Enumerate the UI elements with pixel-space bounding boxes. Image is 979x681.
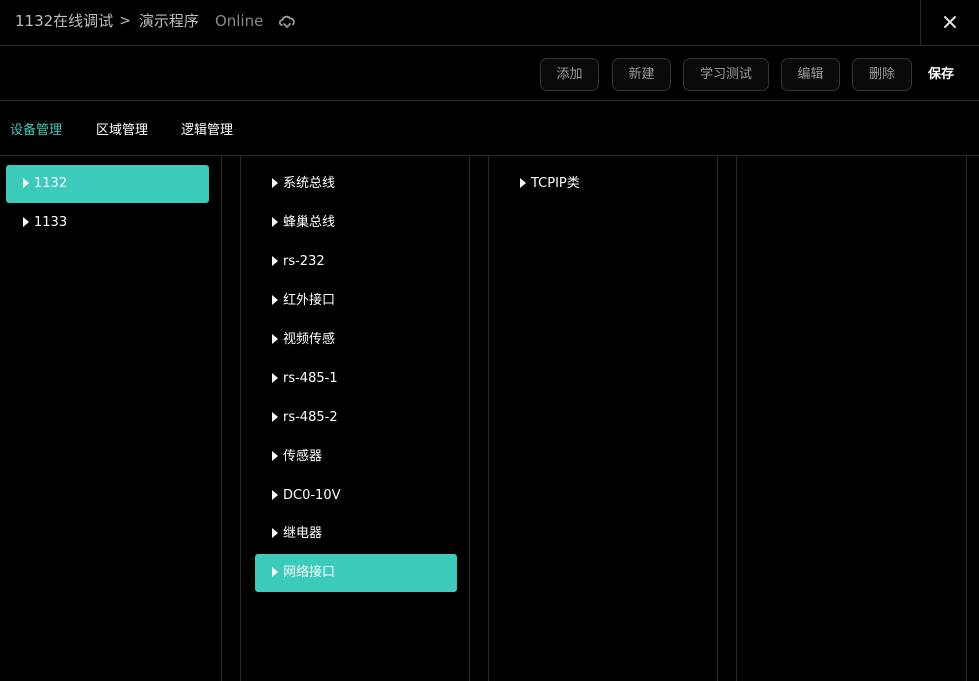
interface-item[interactable]: 传感器: [255, 438, 457, 476]
interface-item-label: rs-485-2: [283, 410, 338, 425]
interface-item[interactable]: 视频传感: [255, 321, 457, 359]
breadcrumb-root[interactable]: 1132在线调试: [15, 10, 113, 31]
expand-triangle-icon: [272, 178, 278, 188]
learn-test-button[interactable]: 学习测试: [683, 58, 769, 91]
expand-triangle-icon: [272, 451, 278, 461]
device-item-1133[interactable]: 1133: [6, 204, 209, 242]
column-divider: [240, 156, 241, 681]
column-divider: [736, 156, 737, 681]
interface-item[interactable]: rs-232: [255, 243, 457, 281]
interface-item-label: DC0-10V: [283, 488, 341, 503]
breadcrumb-separator: >: [119, 12, 131, 29]
interface-item[interactable]: 系统总线: [255, 165, 457, 203]
tab-device-management[interactable]: 设备管理: [10, 119, 62, 138]
close-icon[interactable]: [940, 12, 960, 32]
toolbar: 添加 新建 学习测试 编辑 删除 保存: [0, 46, 979, 101]
column-divider: [488, 156, 489, 681]
interface-item[interactable]: rs-485-1: [255, 360, 457, 398]
expand-triangle-icon: [272, 528, 278, 538]
expand-triangle-icon: [272, 295, 278, 305]
column-divider: [221, 156, 222, 681]
interface-item[interactable]: rs-485-2: [255, 399, 457, 437]
device-item-1132[interactable]: 1132: [6, 165, 209, 203]
interface-item-label: rs-485-1: [283, 371, 338, 386]
device-item-label: 1133: [34, 215, 68, 230]
interface-item-label: 网络接口: [283, 565, 336, 580]
tab-bar: 设备管理 区域管理 逻辑管理: [0, 101, 979, 156]
save-button[interactable]: 保存: [928, 58, 954, 91]
edit-button[interactable]: 编辑: [781, 58, 840, 91]
tab-area-management[interactable]: 区域管理: [96, 119, 148, 138]
add-button[interactable]: 添加: [540, 58, 599, 91]
expand-triangle-icon: [272, 217, 278, 227]
interface-item-label: 继电器: [283, 526, 323, 541]
interface-item-label: rs-232: [283, 254, 325, 269]
interface-item-selected[interactable]: 网络接口: [255, 554, 457, 592]
title-bar: 1132在线调试 > 演示程序 Online: [0, 0, 979, 46]
interface-item-label: 蜂巢总线: [283, 215, 336, 230]
interface-item-label: 系统总线: [283, 176, 336, 191]
interface-item-label: 视频传感: [283, 332, 336, 347]
interface-item[interactable]: DC0-10V: [255, 477, 457, 515]
expand-triangle-icon: [23, 217, 29, 227]
close-area: [920, 0, 979, 46]
expand-triangle-icon: [272, 334, 278, 344]
column-divider: [966, 156, 967, 681]
breadcrumb-current: 演示程序: [138, 12, 199, 30]
tab-logic-management[interactable]: 逻辑管理: [181, 119, 233, 138]
column-divider: [469, 156, 470, 681]
device-item-label: 1132: [34, 176, 68, 191]
expand-triangle-icon: [272, 490, 278, 500]
interface-item[interactable]: 继电器: [255, 515, 457, 553]
interface-item-label: 传感器: [283, 449, 323, 464]
breadcrumb: 1132在线调试 > 演示程序 Online: [15, 10, 297, 31]
expand-triangle-icon: [272, 412, 278, 422]
status-label: Online: [214, 11, 264, 30]
protocol-item[interactable]: TCPIP类: [503, 165, 705, 203]
column-divider: [717, 156, 718, 681]
cloud-sync-icon[interactable]: [277, 11, 297, 31]
expand-triangle-icon: [23, 178, 29, 188]
expand-triangle-icon: [272, 567, 278, 577]
interface-item-label: 红外接口: [283, 293, 336, 308]
interface-item[interactable]: 蜂巢总线: [255, 204, 457, 242]
expand-triangle-icon: [272, 373, 278, 383]
expand-triangle-icon: [272, 256, 278, 266]
new-button[interactable]: 新建: [612, 58, 671, 91]
delete-button[interactable]: 删除: [852, 58, 912, 91]
expand-triangle-icon: [520, 178, 526, 188]
protocol-item-label: TCPIP类: [531, 176, 580, 191]
interface-item[interactable]: 红外接口: [255, 282, 457, 320]
